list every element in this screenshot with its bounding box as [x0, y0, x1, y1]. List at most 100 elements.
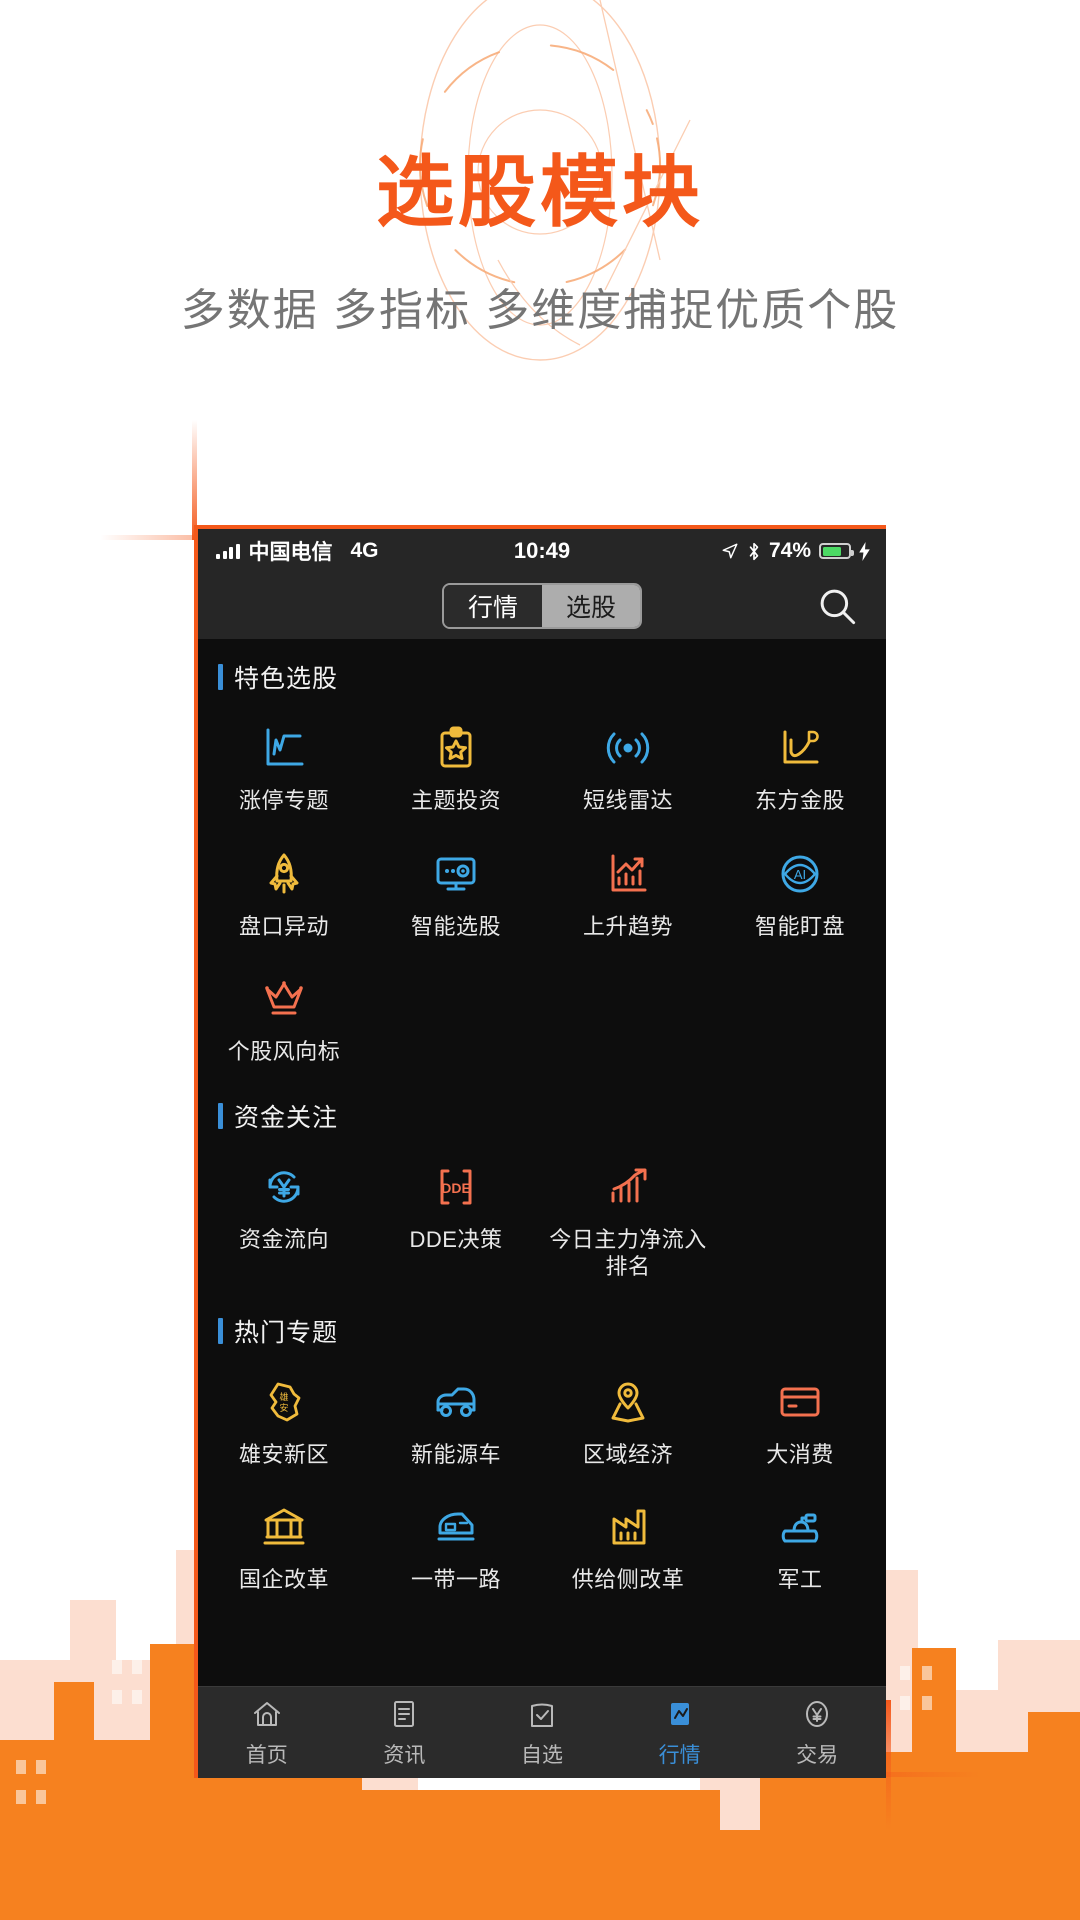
tab-label: 首页: [245, 1744, 288, 1767]
dde-box-icon: DDE: [429, 1160, 483, 1214]
grid-item-label: 短线雷达: [582, 788, 673, 813]
crown-icon: [257, 972, 311, 1026]
signal-bars-icon: [216, 543, 240, 559]
grid-item-xiongan-new-area[interactable]: 雄 安 雄安新区: [198, 1355, 370, 1481]
grid-item-label: 智能盯盘: [754, 913, 845, 939]
grid-item-regional-economy[interactable]: 区域经济: [542, 1355, 714, 1481]
grid-item-limit-up[interactable]: 涨停专题: [198, 701, 370, 827]
grid-filler: [370, 952, 542, 1078]
grid-item-supply-side-reform[interactable]: 供给侧改革: [542, 1480, 714, 1606]
section-header-featured: 特色选股: [198, 639, 886, 701]
grid-item-label: 供给侧改革: [571, 1567, 685, 1592]
section-header-hot-topics: 热门专题: [198, 1293, 886, 1355]
grid-item-stock-vane[interactable]: 个股风向标: [198, 952, 370, 1078]
location-arrow-icon: [722, 543, 738, 559]
hot-topics-grid: 雄 安 雄安新区 新能源车 区域经济 大消费 国企改革 一带一路 供给侧改革 军…: [198, 1355, 886, 1606]
tab-home[interactable]: 首页: [198, 1696, 336, 1769]
grid-item-dongfang-gold-stock[interactable]: 东方金股: [714, 701, 886, 827]
ai-eye-icon: AI: [773, 847, 827, 901]
section-title: 特色选股: [234, 665, 339, 693]
bottom-tab-bar: 首页 资讯 自选 行情 交易: [198, 1686, 886, 1778]
lightning-bolt-icon: [859, 541, 870, 561]
stock-picking-content: 特色选股 涨停专题 主题投资 短线雷达 东方金股 盘口异动 智能选股 上升趋势 …: [198, 639, 886, 1686]
train-icon: [429, 1500, 483, 1554]
section-header-fund-focus: 资金关注: [198, 1078, 886, 1140]
tab-label: 自选: [520, 1744, 563, 1767]
bank-icon: [257, 1500, 311, 1554]
bracket-top-left-vertical: [192, 420, 197, 540]
grid-item-label: 新能源车: [410, 1441, 501, 1467]
promo-subtitle: 多数据 多指标 多维度捕捉优质个股: [180, 285, 900, 335]
grid-item-order-anomaly[interactable]: 盘口异动: [198, 827, 370, 953]
grid-item-defense-industry[interactable]: 军工: [714, 1480, 886, 1606]
tab-trade[interactable]: 交易: [748, 1696, 886, 1769]
radar-signal-icon: [601, 721, 655, 775]
grid-filler: [542, 952, 714, 1078]
bar-arrow-up-icon: [601, 1160, 655, 1214]
tank-icon: [773, 1500, 827, 1554]
grid-item-label: DDE决策: [409, 1226, 503, 1252]
grid-item-label: 盘口异动: [238, 913, 329, 939]
battery-icon: [819, 543, 854, 559]
watchlist-check-icon: [524, 1696, 560, 1732]
map-pin-icon: [601, 1375, 655, 1429]
grid-item-new-energy-vehicle[interactable]: 新能源车: [370, 1355, 542, 1481]
grid-item-theme-investing[interactable]: 主题投资: [370, 701, 542, 827]
rocket-icon: [257, 847, 311, 901]
tab-label: 交易: [796, 1744, 839, 1767]
svg-text:AI: AI: [794, 867, 806, 882]
grid-item-main-net-inflow-rank[interactable]: 今日主力净流入排名: [542, 1140, 714, 1293]
section-accent-bar: [218, 664, 223, 690]
grid-item-label: 大消费: [766, 1441, 834, 1467]
grid-item-big-consumption[interactable]: 大消费: [714, 1355, 886, 1481]
grid-item-label: 个股风向标: [227, 1039, 341, 1064]
promo-hero: 选股模块 多数据 多指标 多维度捕捉优质个股: [0, 148, 1080, 338]
grid-item-short-term-radar[interactable]: 短线雷达: [542, 701, 714, 827]
tab-label: 行情: [658, 1744, 701, 1767]
credit-card-icon: [773, 1375, 827, 1429]
grid-filler: [714, 1140, 886, 1293]
grid-item-belt-and-road[interactable]: 一带一路: [370, 1480, 542, 1606]
grid-item-label: 主题投资: [410, 788, 501, 813]
grid-item-dde-decision[interactable]: DDE DDE决策: [370, 1140, 542, 1293]
section-accent-bar: [218, 1102, 223, 1129]
grid-item-smart-stock-pick[interactable]: 智能选股: [370, 827, 542, 953]
rising-trend-icon: [601, 847, 655, 901]
grid-item-ai-monitor[interactable]: AI 智能盯盘: [714, 827, 886, 953]
grid-item-label: 今日主力净流入排名: [549, 1226, 707, 1280]
tab-news[interactable]: 资讯: [336, 1696, 474, 1769]
grid-item-uptrend[interactable]: 上升趋势: [542, 827, 714, 953]
grid-item-label: 上升趋势: [582, 913, 673, 939]
tab-market[interactable]: 行情: [611, 1696, 749, 1769]
section-accent-bar: [218, 1317, 223, 1344]
xiongan-map-icon: 雄 安: [257, 1375, 311, 1429]
grid-item-label: 东方金股: [754, 788, 845, 813]
segment-stock-picking[interactable]: 选股: [542, 585, 640, 627]
yuan-cycle-icon: [257, 1160, 311, 1214]
market-stockpick-segmented-control[interactable]: 行情 选股: [442, 583, 642, 629]
bluetooth-icon: [749, 542, 759, 560]
grid-item-label: 区域经济: [582, 1441, 673, 1467]
grid-item-capital-flow[interactable]: 资金流向: [198, 1140, 370, 1293]
grid-item-label: 军工: [777, 1567, 823, 1592]
factory-icon: [601, 1500, 655, 1554]
search-icon[interactable]: [816, 585, 858, 627]
svg-text:安: 安: [279, 1402, 288, 1413]
limit-up-chart-icon: [257, 721, 311, 775]
home-icon: [249, 1696, 285, 1732]
grid-item-label: 一带一路: [410, 1567, 501, 1592]
promo-title: 选股模块: [375, 148, 704, 236]
segment-market[interactable]: 行情: [444, 585, 542, 627]
tab-watchlist[interactable]: 自选: [473, 1696, 611, 1769]
monitor-icon: [429, 847, 483, 901]
grid-item-label: 资金流向: [238, 1226, 329, 1252]
promo-page: 选股模块 多数据 多指标 多维度捕捉优质个股 中国电信 4G 10:49 74%…: [0, 0, 1080, 1920]
grid-item-soe-reform[interactable]: 国企改革: [198, 1480, 370, 1606]
grid-item-label: 智能选股: [410, 913, 501, 939]
car-icon: [429, 1375, 483, 1429]
app-navbar: 行情 选股: [198, 573, 886, 639]
phone-screenshot: 中国电信 4G 10:49 74% 行情 选股 特色选股 涨停专题 主题投资 短…: [194, 525, 886, 1778]
bracket-bottom-right-vertical: [886, 1700, 891, 1830]
section-title: 热门专题: [234, 1318, 339, 1347]
section-title: 资金关注: [234, 1103, 339, 1132]
